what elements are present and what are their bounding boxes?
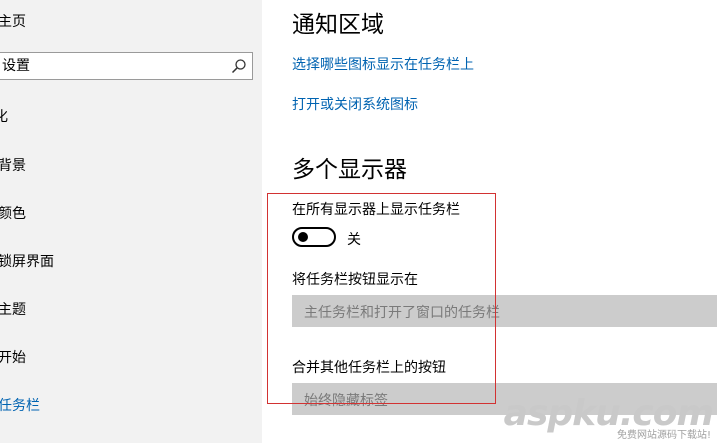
- sidebar-item-personalization[interactable]: 化: [0, 106, 8, 126]
- show-taskbar-buttons-value: 主任务栏和打开了窗口的任务栏: [304, 305, 500, 321]
- sidebar-item-taskbar[interactable]: 任务栏: [0, 395, 40, 415]
- settings-search-box[interactable]: [0, 52, 253, 80]
- sidebar-item-home[interactable]: 主页: [0, 11, 26, 31]
- notification-area-title: 通知区域: [292, 12, 384, 38]
- sidebar-item-colors[interactable]: 颜色: [0, 203, 26, 223]
- combine-buttons-value: 始终隐藏标签: [304, 393, 388, 409]
- show-taskbar-buttons-label: 将任务栏按钮显示在: [292, 272, 418, 288]
- settings-sidebar: 主页 化 背景 颜色 锁屏界面 主题 开始 任务栏: [0, 0, 262, 443]
- show-taskbar-buttons-dropdown[interactable]: 主任务栏和打开了窗口的任务栏: [292, 295, 717, 327]
- sidebar-item-start[interactable]: 开始: [0, 347, 26, 367]
- sidebar-item-lock-screen[interactable]: 锁屏界面: [0, 251, 54, 271]
- toggle-state-text: 关: [347, 232, 361, 248]
- show-taskbar-all-displays-toggle[interactable]: [292, 227, 336, 247]
- watermark-logo: aspku.com 免费网站源码下载站!: [504, 393, 714, 441]
- multiple-displays-title: 多个显示器: [292, 157, 407, 183]
- sidebar-item-background[interactable]: 背景: [0, 155, 26, 175]
- select-taskbar-icons-link[interactable]: 选择哪些图标显示在任务栏上: [292, 54, 474, 74]
- system-icons-link[interactable]: 打开或关闭系统图标: [292, 94, 418, 114]
- sidebar-item-themes[interactable]: 主题: [0, 299, 26, 319]
- watermark-subtext: 免费网站源码下载站!: [616, 430, 711, 441]
- settings-search-input[interactable]: [0, 53, 222, 79]
- search-icon[interactable]: [231, 58, 247, 74]
- show-taskbar-all-displays-label: 在所有显示器上显示任务栏: [292, 202, 460, 218]
- combine-buttons-label: 合并其他任务栏上的按钮: [292, 360, 446, 376]
- toggle-knob: [298, 232, 308, 242]
